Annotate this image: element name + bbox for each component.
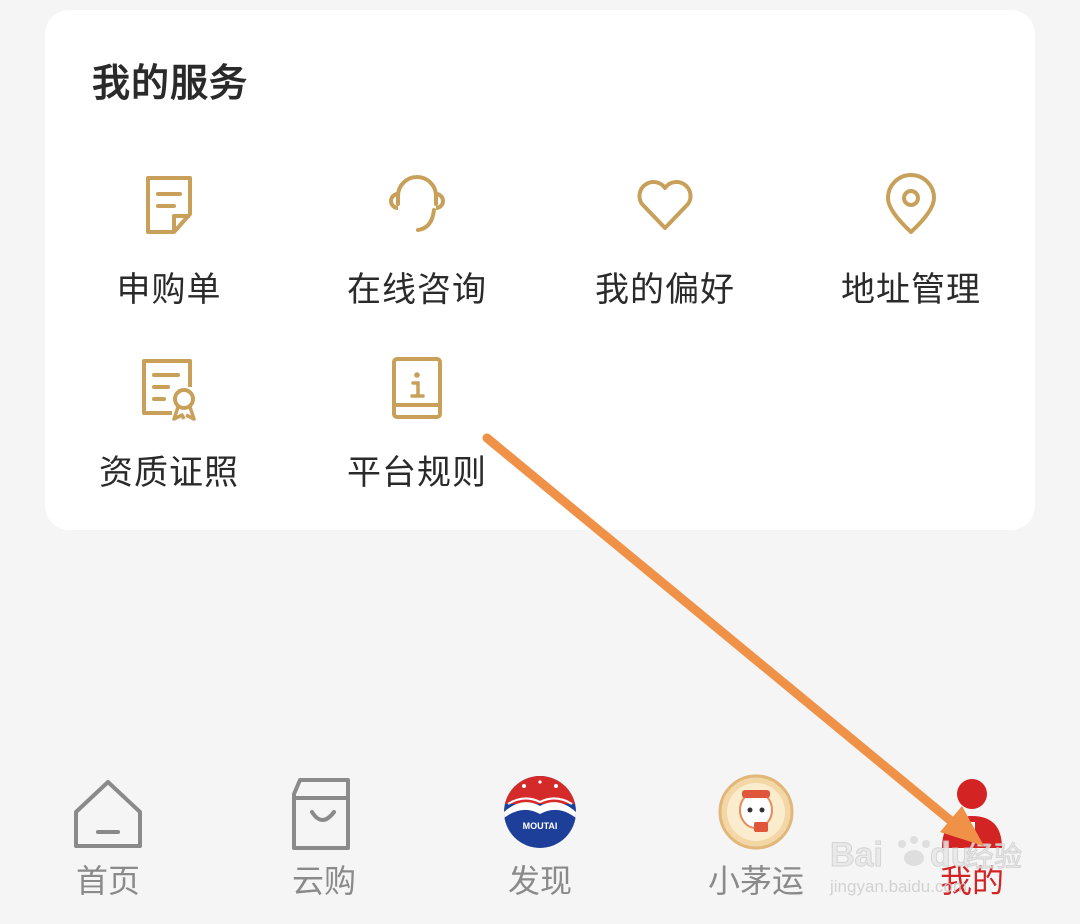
service-address-manage[interactable]: 地址管理 xyxy=(787,170,1035,330)
home-icon xyxy=(74,780,142,848)
service-label: 平台规则 xyxy=(347,453,487,493)
tab-home[interactable]: 首页 xyxy=(0,760,216,924)
tab-label: 云购 xyxy=(291,862,356,900)
service-platform-rules[interactable]: 平台规则 xyxy=(293,353,541,513)
moutai-badge-text: MOUTAI xyxy=(523,821,558,831)
service-label: 在线咨询 xyxy=(347,270,487,310)
certificate-icon xyxy=(142,359,196,421)
svg-text:Bai: Bai xyxy=(830,836,883,874)
document-list-icon xyxy=(146,176,192,234)
tab-discover[interactable]: MOUTAI 发现 xyxy=(432,760,648,924)
baidu-watermark: Bai du 经验 jingyan.baidu.com xyxy=(829,836,1023,897)
service-label: 申购单 xyxy=(116,270,222,310)
info-book-icon xyxy=(392,357,442,419)
svg-text:经验: 经验 xyxy=(966,840,1022,873)
moutai-logo-icon: MOUTAI xyxy=(504,776,576,848)
heart-icon xyxy=(637,180,693,230)
shopping-bag-icon xyxy=(292,778,350,850)
tab-cloud-purchase[interactable]: 云购 xyxy=(216,760,432,924)
service-label: 地址管理 xyxy=(841,270,981,310)
tab-label: 首页 xyxy=(75,862,140,900)
service-label: 我的偏好 xyxy=(595,270,735,310)
services-title: 我的服务 xyxy=(92,61,249,105)
my-services-card: 我的服务 申购单 在线咨询 我的偏好 地址管理 资质证照 平台规则 xyxy=(45,10,1035,530)
svg-text:jingyan.baidu.com: jingyan.baidu.com xyxy=(829,877,967,896)
service-label: 资质证照 xyxy=(99,453,239,493)
service-qualification[interactable]: 资质证照 xyxy=(45,353,293,513)
location-pin-icon xyxy=(886,173,936,234)
service-online-consult[interactable]: 在线咨询 xyxy=(293,170,541,330)
headset-icon xyxy=(389,175,445,232)
tab-label: 发现 xyxy=(507,862,572,900)
mascot-avatar-icon xyxy=(718,774,794,850)
service-purchase-order[interactable]: 申购单 xyxy=(45,170,293,330)
service-my-preference[interactable]: 我的偏好 xyxy=(541,170,789,330)
